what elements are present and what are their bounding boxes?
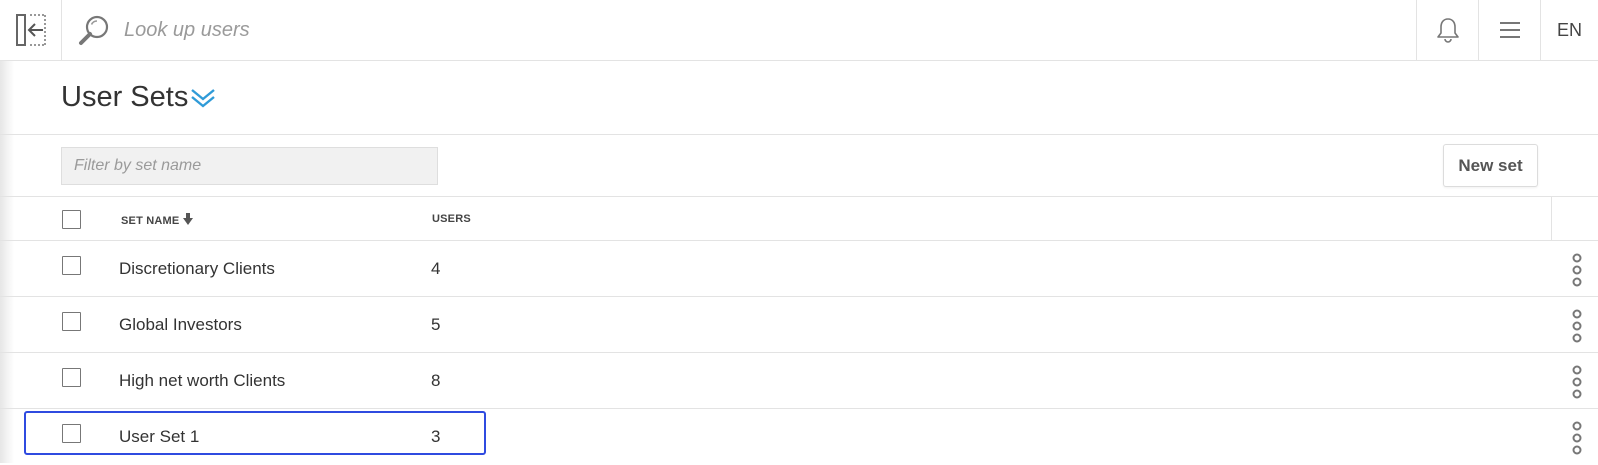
row-checkbox[interactable] [62,312,81,331]
table-row[interactable]: Global Investors 5 [0,297,1598,353]
filter-set-name-input[interactable] [61,147,438,185]
main-menu-button[interactable] [1478,0,1540,60]
arrow-down-icon [183,213,194,225]
notifications-button[interactable] [1416,0,1478,60]
set-name-cell[interactable]: High net worth Clients [119,371,285,391]
vertical-dots-icon[interactable] [1569,309,1585,343]
sidebar-collapse-icon [15,14,46,46]
table-row[interactable]: High net worth Clients 8 [0,353,1598,409]
vertical-dots-icon[interactable] [1569,253,1585,287]
hamburger-icon [1499,22,1520,38]
language-switcher[interactable]: EN [1540,0,1598,60]
row-checkbox[interactable] [62,424,81,443]
column-header-label: SET NAME [121,215,180,227]
users-count-cell: 4 [431,259,441,278]
vertical-dots-icon[interactable] [1569,421,1585,455]
select-all-checkbox[interactable] [62,210,81,229]
new-set-button[interactable]: New set [1443,144,1538,187]
bell-icon [1436,18,1459,43]
collapse-sidebar-button[interactable] [0,0,62,60]
user-search [62,0,1416,60]
table-row[interactable]: Discretionary Clients 4 [0,241,1598,297]
users-count-cell: 8 [431,371,441,390]
table-header: SET NAME USERS [0,197,1598,241]
set-name-cell[interactable]: Discretionary Clients [119,259,275,279]
magnifier-icon [79,15,109,45]
column-header-set-name[interactable]: SET NAME [121,213,194,227]
table-row[interactable]: User Set 1 3 [0,409,1598,465]
top-bar: EN [0,0,1598,61]
set-name-cell[interactable]: User Set 1 [119,427,199,447]
page-header: User Sets [0,61,1598,135]
users-count-cell: 3 [431,427,441,446]
vertical-dots-icon[interactable] [1569,365,1585,399]
row-checkbox[interactable] [62,368,81,387]
double-chevron-down-icon[interactable] [190,87,216,109]
user-search-input[interactable] [124,18,724,42]
actions-column-divider [1551,197,1552,241]
list-toolbar: New set [0,135,1598,197]
column-header-users[interactable]: USERS [432,213,471,225]
page-title: User Sets [61,81,189,113]
users-count-cell: 5 [431,315,441,334]
set-name-cell[interactable]: Global Investors [119,315,242,335]
row-checkbox[interactable] [62,256,81,275]
